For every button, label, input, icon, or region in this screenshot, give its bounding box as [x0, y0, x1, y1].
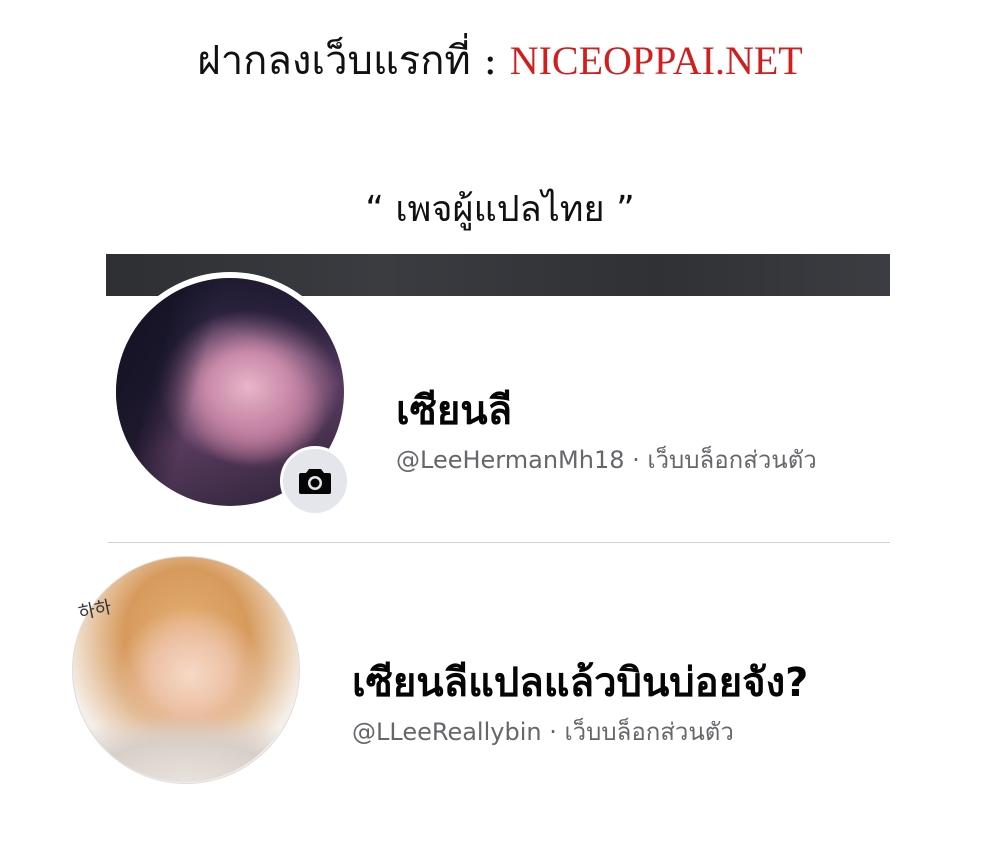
avatar-artwork — [72, 556, 298, 782]
change-photo-button[interactable] — [280, 446, 350, 516]
camera-icon — [299, 469, 331, 494]
site-announcement: ฝากลงเว็บแรกที่ : NICEOPPAI.NET — [0, 28, 1000, 92]
profile-name[interactable]: เซียนลี — [396, 378, 512, 442]
site-link[interactable]: NICEOPPAI.NET — [510, 38, 803, 83]
profile-handle: @LeeHermanMh18 · เว็บบล็อกส่วนตัว — [396, 446, 817, 474]
announcement-text: ฝากลงเว็บแรกที่ : — [197, 38, 510, 84]
page-subtitle: “ เพจผู้แปลไทย ” — [365, 189, 635, 230]
second-profile-name[interactable]: เซียนลีแปลแล้วบินบ่อยจัง? — [352, 650, 808, 714]
divider — [108, 542, 890, 543]
second-profile-handle: @LLeeReallybin · เว็บบล็อกส่วนตัว — [352, 718, 734, 746]
